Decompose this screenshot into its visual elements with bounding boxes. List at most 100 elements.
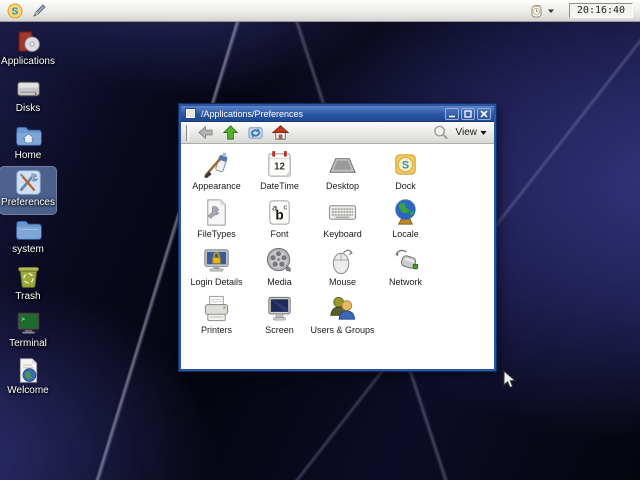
pref-item-label: Keyboard bbox=[323, 229, 362, 239]
mouse-cursor bbox=[503, 370, 516, 389]
pref-item-filetypes[interactable]: FileTypes bbox=[185, 197, 248, 245]
clock-display: 20:16:40 bbox=[569, 3, 633, 18]
pref-item-label: DateTime bbox=[260, 181, 299, 191]
desktop-label: Home bbox=[14, 150, 42, 161]
view-dropdown-label: View bbox=[455, 127, 478, 138]
pref-item-dock[interactable]: S Dock bbox=[374, 149, 437, 197]
pref-item-label: Users & Groups bbox=[310, 325, 375, 335]
desktop-label: Terminal bbox=[9, 338, 47, 349]
window-menu-icon[interactable] bbox=[185, 108, 196, 119]
desktop-icon-preferences[interactable]: Preferences bbox=[0, 166, 57, 215]
pref-item-label: Dock bbox=[395, 181, 416, 191]
window-title: /Applications/Preferences bbox=[201, 108, 304, 119]
chevron-down-icon bbox=[548, 9, 554, 13]
desktop-icon-trash[interactable]: Trash bbox=[0, 261, 56, 308]
desktop-label: Applications bbox=[1, 56, 55, 67]
pref-item-label: Login Details bbox=[190, 277, 243, 287]
appearance-icon bbox=[203, 152, 228, 179]
pref-item-label: Network bbox=[388, 277, 422, 287]
disks-icon bbox=[16, 81, 40, 97]
window-content: Appearance 12 DateTime Desktop S Dock Fi… bbox=[181, 144, 494, 369]
desktop-settings-icon bbox=[329, 158, 356, 173]
svg-text:c: c bbox=[283, 203, 287, 212]
pref-item-network[interactable]: Network bbox=[374, 245, 437, 293]
pref-item-label: Appearance bbox=[192, 181, 241, 191]
users-groups-icon bbox=[330, 296, 356, 320]
clock-tray-menu[interactable] bbox=[529, 3, 555, 19]
pref-item-label: Desktop bbox=[325, 181, 360, 191]
pref-item-keyboard[interactable]: Keyboard bbox=[311, 197, 374, 245]
minimize-icon bbox=[449, 115, 455, 117]
pref-item-label: Mouse bbox=[328, 277, 356, 287]
back-button[interactable] bbox=[195, 123, 215, 142]
screen-icon bbox=[268, 296, 291, 321]
pref-item-label: Font bbox=[270, 229, 289, 239]
etoile-logo-icon[interactable]: S bbox=[7, 3, 23, 19]
desktop-icon-welcome[interactable]: Welcome bbox=[0, 355, 56, 402]
refresh-button[interactable] bbox=[245, 123, 265, 142]
pref-item-datetime[interactable]: 12 DateTime bbox=[248, 149, 311, 197]
pref-item-login-details[interactable]: Login Details bbox=[185, 245, 248, 293]
toolbar-grip[interactable] bbox=[186, 124, 189, 141]
pref-item-appearance[interactable]: Appearance bbox=[185, 149, 248, 197]
preferences-icon bbox=[15, 170, 41, 195]
pref-item-label: Printers bbox=[200, 325, 232, 335]
preferences-icon-grid: Appearance 12 DateTime Desktop S Dock Fi… bbox=[181, 144, 494, 341]
window-toolbar: View bbox=[181, 122, 494, 144]
maximize-button[interactable] bbox=[461, 107, 475, 120]
keyboard-icon bbox=[328, 205, 357, 220]
datetime-icon: 12 bbox=[268, 150, 291, 177]
pref-item-media[interactable]: Media bbox=[248, 245, 311, 293]
home-folder-icon bbox=[15, 126, 42, 146]
minimize-button[interactable] bbox=[445, 107, 459, 120]
terminal-icon: > bbox=[16, 312, 40, 334]
edit-pencil-icon[interactable] bbox=[31, 3, 47, 19]
desktop-icon-system[interactable]: system bbox=[0, 214, 56, 261]
printers-icon bbox=[204, 295, 229, 322]
pref-item-mouse[interactable]: Mouse bbox=[311, 245, 374, 293]
close-icon bbox=[480, 109, 488, 118]
desktop-icon-applications[interactable]: Applications bbox=[0, 26, 56, 73]
desktop-icon-column: Applications Disks Home Preferences syst… bbox=[0, 26, 57, 402]
view-dropdown[interactable]: View bbox=[456, 127, 490, 138]
search-button[interactable] bbox=[431, 123, 451, 142]
pref-item-users-groups[interactable]: Users & Groups bbox=[310, 293, 375, 341]
pref-item-screen[interactable]: Screen bbox=[248, 293, 311, 341]
up-arrow-icon bbox=[222, 125, 238, 140]
welcome-icon bbox=[19, 358, 37, 383]
preferences-window: /Applications/Preferences View Appearanc… bbox=[178, 103, 497, 372]
locale-icon bbox=[395, 199, 416, 225]
pref-item-label: Media bbox=[267, 277, 292, 287]
applications-icon bbox=[17, 31, 40, 52]
pref-item-printers[interactable]: Printers bbox=[185, 293, 248, 341]
chevron-down-icon bbox=[480, 130, 487, 135]
home-button[interactable] bbox=[270, 123, 290, 142]
desktop-icon-home[interactable]: Home bbox=[0, 120, 56, 167]
desktop-label: system bbox=[12, 244, 44, 255]
network-icon bbox=[395, 249, 419, 270]
login-details-icon bbox=[204, 249, 229, 272]
refresh-icon bbox=[247, 127, 263, 139]
pref-item-font[interactable]: a b c Font bbox=[248, 197, 311, 245]
font-icon: a b c bbox=[269, 200, 290, 225]
desktop-label: Preferences bbox=[1, 197, 55, 208]
system-folder-icon bbox=[15, 220, 42, 240]
up-button[interactable] bbox=[220, 123, 240, 142]
desktop-icon-terminal[interactable]: > Terminal bbox=[0, 308, 56, 355]
home-icon bbox=[271, 125, 289, 140]
svg-text:S: S bbox=[12, 6, 19, 17]
window-titlebar[interactable]: /Applications/Preferences bbox=[181, 106, 494, 122]
desktop-icon-disks[interactable]: Disks bbox=[0, 73, 56, 120]
dock-icon: S bbox=[395, 154, 416, 175]
svg-text:12: 12 bbox=[274, 161, 285, 172]
pref-item-locale[interactable]: Locale bbox=[374, 197, 437, 245]
svg-text:>: > bbox=[21, 316, 25, 323]
pref-item-label: Locale bbox=[392, 229, 419, 239]
maximize-icon bbox=[464, 109, 472, 118]
mouse-icon bbox=[332, 249, 353, 275]
pref-item-desktop[interactable]: Desktop bbox=[311, 149, 374, 197]
close-button[interactable] bbox=[477, 107, 491, 120]
pref-item-label: FileTypes bbox=[197, 229, 236, 239]
menubar: S 20:16:40 bbox=[0, 0, 640, 22]
trash-icon bbox=[17, 266, 39, 288]
